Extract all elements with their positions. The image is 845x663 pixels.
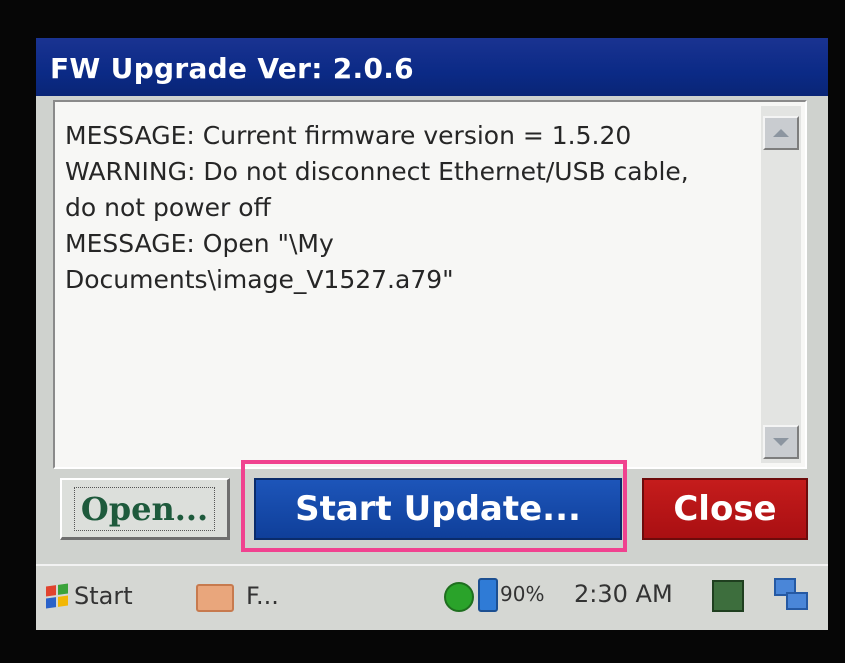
vertical-scrollbar[interactable] bbox=[761, 106, 801, 463]
taskbar-app-item[interactable]: F... bbox=[246, 574, 316, 618]
start-update-button[interactable]: Start Update... bbox=[254, 478, 622, 540]
network-icon[interactable] bbox=[774, 578, 808, 610]
taskbar-app-label: F... bbox=[246, 582, 279, 610]
taskbar: Start F... 90% 2:30 AM bbox=[36, 564, 828, 630]
scroll-up-button[interactable] bbox=[763, 116, 799, 150]
scroll-up-icon bbox=[773, 129, 789, 137]
open-button-label: Open... bbox=[73, 486, 216, 531]
device-screen: FW Upgrade Ver: 2.0.6 MESSAGE: Current f… bbox=[36, 38, 828, 630]
message-log[interactable]: MESSAGE: Current firmware version = 1.5.… bbox=[53, 100, 807, 469]
scroll-down-button[interactable] bbox=[763, 425, 799, 459]
clock[interactable]: 2:30 AM bbox=[574, 580, 673, 608]
start-update-button-label: Start Update... bbox=[295, 489, 581, 529]
open-button[interactable]: Open... bbox=[60, 478, 230, 540]
signal-icon[interactable] bbox=[444, 582, 474, 612]
start-label: Start bbox=[74, 582, 133, 610]
window-title: FW Upgrade Ver: 2.0.6 bbox=[50, 52, 414, 85]
battery-icon[interactable] bbox=[478, 578, 498, 612]
windows-flag-icon bbox=[46, 583, 68, 609]
scroll-down-icon bbox=[773, 438, 789, 446]
message-log-text: MESSAGE: Current firmware version = 1.5.… bbox=[65, 121, 689, 294]
battery-percentage: 90% bbox=[500, 582, 545, 606]
folder-icon[interactable] bbox=[196, 584, 234, 612]
close-button-label: Close bbox=[673, 489, 777, 529]
close-button[interactable]: Close bbox=[642, 478, 808, 540]
input-method-icon[interactable] bbox=[712, 580, 744, 612]
start-button[interactable]: Start bbox=[46, 574, 164, 618]
title-bar: FW Upgrade Ver: 2.0.6 bbox=[36, 38, 828, 96]
